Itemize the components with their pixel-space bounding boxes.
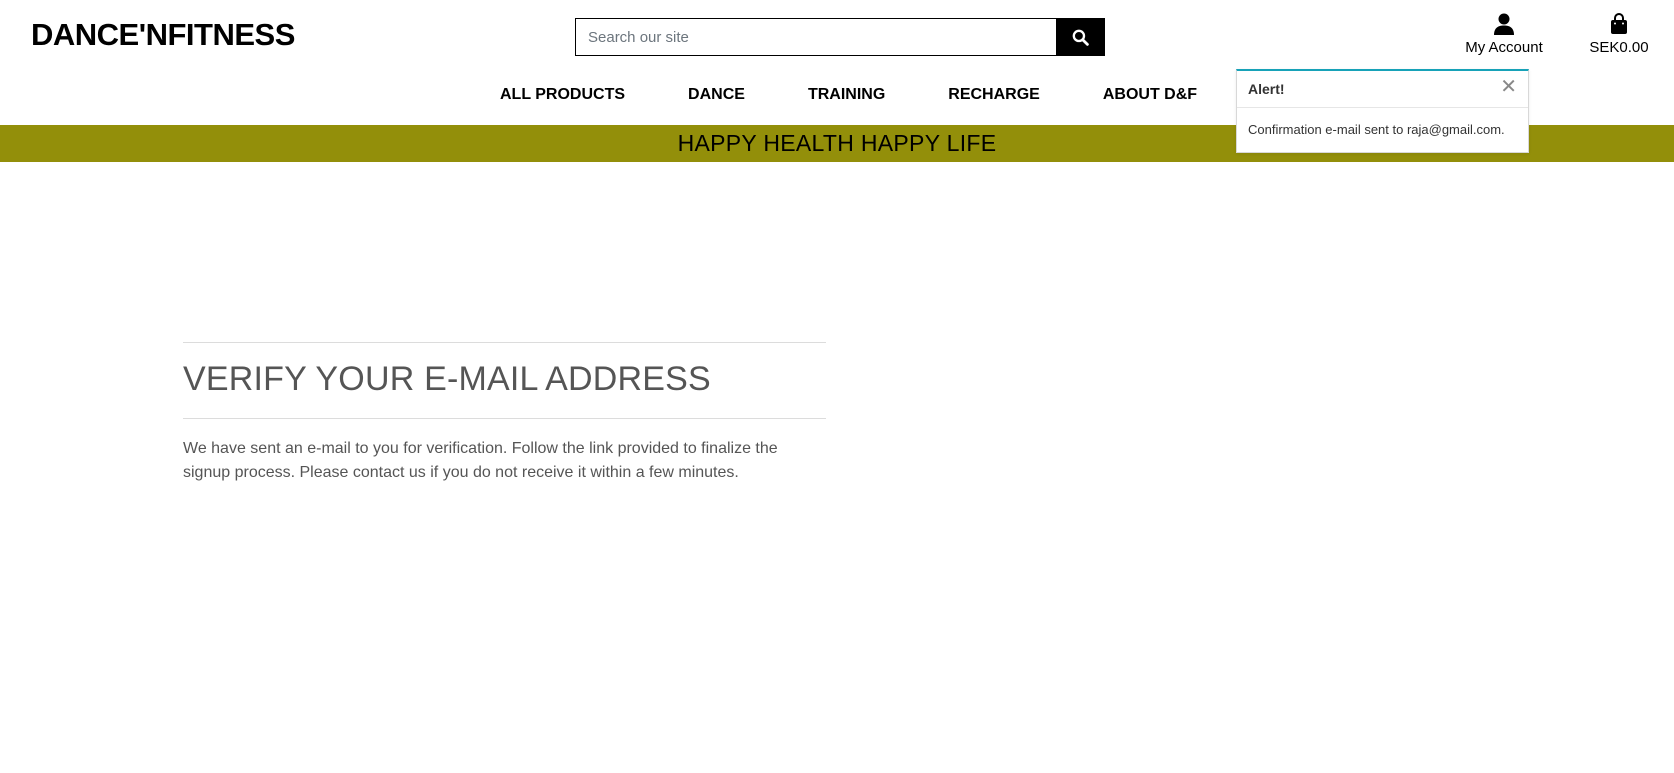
divider (183, 418, 826, 419)
main-nav: ALL PRODUCTS DANCE TRAINING RECHARGE ABO… (500, 86, 1260, 104)
nav-dance[interactable]: DANCE (688, 86, 745, 104)
user-icon (1456, 13, 1552, 37)
toast-title: Alert! (1248, 81, 1285, 97)
nav-all-products[interactable]: ALL PRODUCTS (500, 86, 625, 104)
site-logo[interactable]: DANCE'NFITNESS (31, 17, 295, 53)
page-title: VERIFY YOUR E-MAIL ADDRESS (183, 360, 711, 398)
toast-message: Confirmation e-mail sent to raja@gmail.c… (1248, 122, 1505, 137)
search-icon (1072, 29, 1089, 46)
nav-training[interactable]: TRAINING (808, 86, 885, 104)
shopping-bag-link[interactable]: SEK0.00 (1582, 13, 1656, 56)
bag-total: SEK0.00 (1589, 39, 1649, 56)
nav-about[interactable]: ABOUT D&F (1103, 86, 1197, 104)
alert-toast: Alert! ✕ Confirmation e-mail sent to raj… (1236, 69, 1529, 153)
search-button[interactable] (1056, 18, 1105, 56)
my-account-link[interactable]: My Account (1456, 13, 1552, 56)
verification-text: We have sent an e-mail to you for verifi… (183, 440, 778, 481)
my-account-label: My Account (1465, 39, 1543, 56)
nav-recharge[interactable]: RECHARGE (948, 86, 1040, 104)
search-input[interactable] (575, 18, 1056, 56)
shopping-bag-icon (1582, 13, 1656, 37)
banner-text: HAPPY HEALTH HAPPY LIFE (677, 130, 997, 156)
search-form (575, 18, 1105, 56)
main-content: VERIFY YOUR E-MAIL ADDRESS We have sent … (183, 342, 826, 485)
toast-header: Alert! ✕ (1237, 71, 1528, 108)
close-icon[interactable]: ✕ (1500, 77, 1517, 97)
